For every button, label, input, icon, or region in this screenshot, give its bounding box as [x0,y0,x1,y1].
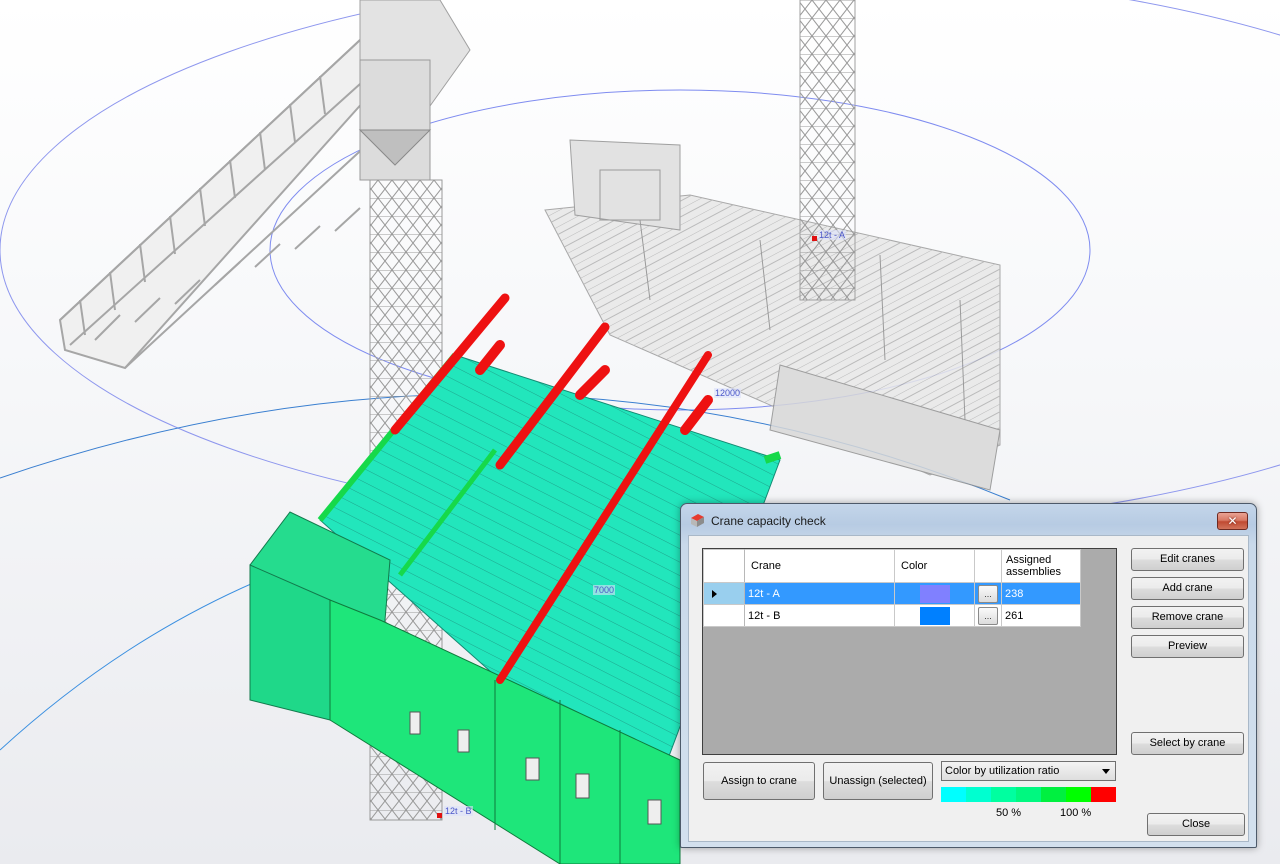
scale-segment [1066,787,1091,802]
color-swatch [919,584,950,603]
column-header-color[interactable]: Color [894,549,975,583]
row-selector[interactable] [703,582,745,605]
dialog-title: Crane capacity check [711,514,826,528]
row-header-corner [703,549,745,583]
color-mode-selected: Color by utilization ratio [945,765,1060,777]
color-picker-button[interactable]: ... [978,584,998,603]
crane-b-label: 12t - B [444,806,473,816]
add-crane-button[interactable]: Add crane [1131,577,1244,600]
color-cell[interactable] [894,582,975,605]
color-cell[interactable] [894,604,975,627]
color-picker-cell: ... [974,604,1002,627]
current-row-arrow-icon [712,589,717,598]
crane-grid[interactable]: Crane Color Assigned assemblies 12t - A … [702,548,1117,755]
radius-label-inner: 7000 [593,585,616,595]
row-selector[interactable] [703,604,745,627]
crane-table: Crane Color Assigned assemblies 12t - A … [703,549,1081,627]
close-button[interactable]: Close [1147,813,1245,836]
radius-label-outer: 12000 [714,388,742,398]
crane-a-marker [812,236,817,241]
column-header-button[interactable] [974,549,1002,583]
scale-segment [1016,787,1041,802]
chevron-down-icon [1102,769,1110,774]
scale-segment [1091,787,1116,802]
assigned-count-cell[interactable]: 238 [1001,582,1081,605]
crane-jib-walkway [58,38,411,370]
unassign-selected-button[interactable]: Unassign (selected) [823,762,933,800]
scale-segment [991,787,1016,802]
column-header-assigned-assemblies[interactable]: Assigned assemblies [1001,549,1081,583]
scale-segment [966,787,991,802]
color-swatch [919,606,950,625]
dialog-titlebar[interactable]: Crane capacity check ✕ [681,504,1256,536]
edit-cranes-button[interactable]: Edit cranes [1131,548,1244,571]
scale-segment [941,787,966,802]
crane-b-marker [437,813,442,818]
remove-crane-button[interactable]: Remove crane [1131,606,1244,629]
app-icon [691,514,704,527]
table-header-row: Crane Color Assigned assemblies [703,549,1081,583]
table-row[interactable]: 12t - B ... 261 [703,604,1081,627]
close-window-button[interactable]: ✕ [1217,512,1248,530]
assigned-count-cell[interactable]: 261 [1001,604,1081,627]
preview-button[interactable]: Preview [1131,635,1244,658]
scale-label-50: 50 % [996,807,1022,819]
crane-a-label: 12t - A [818,230,847,240]
color-mode-dropdown[interactable]: Color by utilization ratio [941,761,1116,781]
column-header-crane[interactable]: Crane [744,549,895,583]
crane-name-cell[interactable]: 12t - B [744,604,895,627]
utilization-color-scale [941,787,1116,802]
close-icon: ✕ [1227,514,1238,528]
select-by-crane-button[interactable]: Select by crane [1131,732,1244,755]
crane-name-cell[interactable]: 12t - A [744,582,895,605]
scale-label-100: 100 % [1060,807,1092,819]
color-picker-cell: ... [974,582,1002,605]
crane-a-tower [799,0,856,301]
dialog-client-area: Crane Color Assigned assemblies 12t - A … [688,535,1249,842]
assign-to-crane-button[interactable]: Assign to crane [703,762,815,800]
table-row[interactable]: 12t - A ... 238 [703,582,1081,605]
crane-capacity-check-dialog: Crane capacity check ✕ Crane Color Assig… [680,503,1257,848]
color-picker-button[interactable]: ... [978,606,998,625]
scale-segment [1041,787,1066,802]
